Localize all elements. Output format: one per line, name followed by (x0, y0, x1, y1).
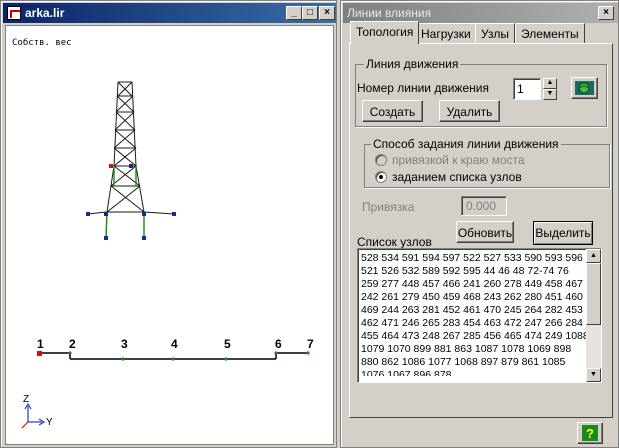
maximize-button[interactable]: □ (302, 6, 318, 20)
method-legend: Способ задания линии движения (371, 137, 561, 151)
axes-icon: Z Y (21, 394, 53, 429)
model-canvas[interactable]: Собств. вес 1 2 3 4 5 6 7 Z Y (5, 25, 334, 445)
select-button[interactable]: Выделить (533, 221, 593, 245)
spinner-down-icon[interactable]: ▼ (543, 89, 557, 100)
globe-icon (575, 81, 594, 95)
tower-frame (87, 81, 175, 239)
node-label: 5 (224, 337, 231, 351)
model-window-titlebar[interactable]: arka.lir _ □ × (3, 3, 336, 23)
create-button-label: Создать (369, 105, 416, 119)
binding-value: 0.000 (466, 199, 497, 213)
y-axis-label: Y (46, 417, 53, 428)
refresh-button-label: Обновить (457, 226, 513, 240)
minimize-button[interactable]: _ (286, 6, 302, 20)
help-icon: ? (582, 425, 598, 441)
topology-panel: Линия движения Номер линии движения 1 ▲ … (349, 43, 613, 418)
dialog-close-button[interactable]: × (598, 6, 614, 20)
motion-number-value: 1 (517, 82, 524, 96)
tab-label: Узлы (481, 27, 509, 41)
dialog-title: Линии влияния (347, 6, 432, 20)
spinner-up-icon[interactable]: ▲ (543, 78, 557, 89)
radio-edge-label: привязкой к краю моста (392, 153, 525, 167)
tab-label: Топология (356, 25, 414, 39)
help-button[interactable]: ? (577, 422, 603, 444)
node-list-scrollbar[interactable]: ▲ ▼ (586, 249, 601, 382)
node-label: 1 (37, 337, 44, 351)
radio-node-list[interactable] (375, 171, 387, 183)
svg-text:?: ? (586, 426, 594, 441)
node-label: 7 (307, 337, 314, 351)
model-window: arka.lir _ □ × Собств. вес 1 2 3 4 5 6 7… (0, 0, 337, 448)
motion-number-field[interactable]: 1 (513, 78, 541, 100)
node-list-text: 528 534 591 594 597 522 527 533 590 593 … (361, 252, 589, 376)
motion-line-legend: Линия движения (364, 57, 461, 71)
tab-label: Элементы (521, 27, 579, 41)
node-label: 3 (121, 337, 128, 351)
select-button-label: Выделить (535, 226, 591, 240)
influence-lines-dialog: Линии влияния × Топология Нагрузки Узлы … (340, 0, 619, 448)
tab-elements[interactable]: Элементы (515, 23, 585, 43)
delete-button[interactable]: Удалить (439, 100, 500, 122)
motion-start-node (37, 351, 42, 356)
tab-loads[interactable]: Нагрузки (415, 23, 477, 43)
motion-node-labels: 1 2 3 4 5 6 7 (37, 337, 314, 351)
node-label: 4 (171, 337, 178, 351)
close-button[interactable]: × (319, 6, 335, 20)
radio-edge-binding (375, 154, 387, 166)
motion-number-label: Номер линии движения (357, 81, 489, 95)
binding-field: 0.000 (461, 196, 507, 216)
node-list-textarea[interactable]: 528 534 591 594 597 522 527 533 590 593 … (357, 248, 602, 383)
tab-nodes[interactable]: Узлы (475, 23, 515, 43)
refresh-button[interactable]: Обновить (456, 221, 514, 243)
scroll-up-icon[interactable]: ▲ (586, 249, 601, 263)
radio-node-list-label: заданием списка узлов (392, 170, 522, 184)
binding-label: Привязка (362, 200, 415, 214)
tab-topology[interactable]: Топология (350, 21, 420, 44)
z-axis-label: Z (23, 394, 29, 405)
node-label: 6 (275, 337, 282, 351)
structure-drawing: 1 2 3 4 5 6 7 Z Y (21, 81, 314, 429)
tab-label: Нагрузки (421, 27, 471, 41)
map-view-button[interactable] (571, 77, 598, 99)
create-button[interactable]: Создать (362, 100, 423, 122)
node-label: 2 (69, 337, 76, 351)
node-list-label: Список узлов (357, 235, 432, 249)
dialog-titlebar[interactable]: Линии влияния × (343, 3, 618, 23)
lira-app-icon (7, 6, 21, 20)
delete-button-label: Удалить (446, 105, 493, 119)
scroll-thumb[interactable] (586, 263, 601, 325)
model-window-title: arka.lir (25, 6, 65, 20)
scroll-down-icon[interactable]: ▼ (586, 368, 601, 382)
selected-node-marker (109, 164, 113, 168)
